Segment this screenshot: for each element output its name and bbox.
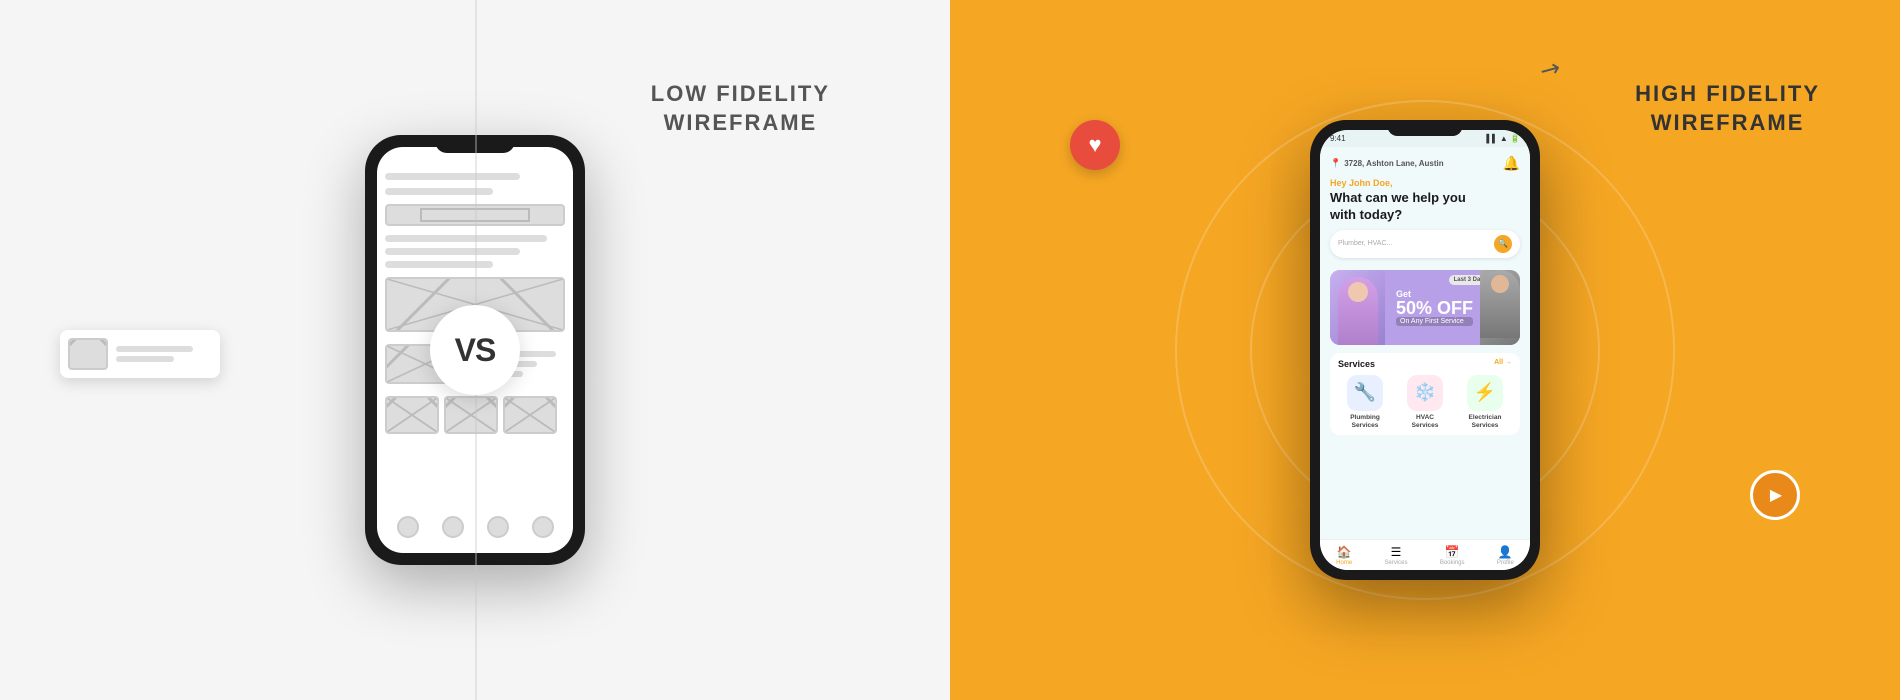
heart-icon: ♥ bbox=[1088, 132, 1101, 158]
electrician-icon-wrap: ⚡ bbox=[1467, 375, 1503, 411]
vs-divider: VS bbox=[430, 305, 520, 395]
bookings-icon: 📅 bbox=[1445, 545, 1460, 559]
promo-section: Get 50% OFF On Any First Service Last 3 … bbox=[1330, 266, 1520, 345]
status-time: 9:41 bbox=[1330, 134, 1346, 143]
promo-text-area: Get 50% OFF On Any First Service bbox=[1396, 289, 1473, 326]
service-item-hvac[interactable]: ❄️ HVACServices bbox=[1398, 375, 1452, 430]
services-grid: 🔧 PlumbingServices ❄️ HVACServices bbox=[1338, 375, 1512, 430]
low-fidelity-label: LOW FIDELITY WIREFRAME bbox=[651, 80, 830, 137]
services-section: Services All → 🔧 PlumbingServices bbox=[1330, 353, 1520, 436]
hvac-icon-wrap: ❄️ bbox=[1407, 375, 1443, 411]
plumbing-label: PlumbingServices bbox=[1350, 414, 1380, 430]
nav-item-bookings[interactable]: 📅 Bookings bbox=[1440, 545, 1465, 566]
search-bar[interactable]: Plumber, HVAC... 🔍 bbox=[1330, 230, 1520, 258]
nav-item-profile[interactable]: 👤 Profile bbox=[1497, 545, 1514, 566]
wf-circle bbox=[487, 516, 509, 538]
service-item-electrician[interactable]: ⚡ ElectricianServices bbox=[1458, 375, 1512, 430]
hifi-phone-notch bbox=[1388, 120, 1463, 136]
location-row: 📍 3728, Ashton Lane, Austin 🔔 bbox=[1330, 155, 1520, 172]
wireframe-floating-card bbox=[60, 330, 220, 378]
wf-image-placeholder bbox=[68, 338, 108, 370]
services-all-link[interactable]: All → bbox=[1494, 359, 1512, 369]
curved-arrow: ↗ bbox=[1534, 52, 1566, 87]
hvac-label: HVACServices bbox=[1412, 414, 1439, 430]
promo-person-right bbox=[1480, 270, 1520, 345]
hifi-screen: 9:41 ▌▌ ▲ 🔋 📍 3728, Ashton Lane, Austin … bbox=[1320, 130, 1530, 570]
greeting: Hey John Doe, bbox=[1330, 178, 1520, 188]
app-content: 📍 3728, Ashton Lane, Austin 🔔 Hey John D… bbox=[1320, 147, 1530, 539]
wf-bar bbox=[385, 235, 547, 242]
nav-item-services[interactable]: ☰ Services bbox=[1384, 545, 1407, 566]
left-panel: LOW FIDELITY WIREFRAME bbox=[0, 0, 950, 700]
promo-banner: Get 50% OFF On Any First Service Last 3 … bbox=[1330, 270, 1520, 345]
electrician-label: ElectricianServices bbox=[1469, 414, 1502, 430]
wf-circle bbox=[397, 516, 419, 538]
high-fidelity-label: HIGH FIDELITY WIREFRAME bbox=[1635, 80, 1820, 137]
services-title: Services bbox=[1338, 359, 1375, 369]
wf-bar bbox=[116, 356, 174, 362]
nav-services-label: Services bbox=[1384, 560, 1407, 566]
vs-text: VS bbox=[455, 332, 496, 369]
plumbing-icon-wrap: 🔧 bbox=[1347, 375, 1383, 411]
wf-image-placeholder bbox=[444, 396, 498, 434]
wf-circle bbox=[532, 516, 554, 538]
home-icon: 🏠 bbox=[1337, 545, 1352, 559]
status-icons: ▌▌ ▲ 🔋 bbox=[1486, 134, 1520, 143]
promo-discount: 50% OFF bbox=[1396, 299, 1473, 317]
wf-circle bbox=[442, 516, 464, 538]
nav-home-label: Home bbox=[1336, 560, 1352, 566]
wf-bar bbox=[385, 173, 520, 180]
profile-icon: 👤 bbox=[1498, 545, 1513, 559]
right-panel: HIGH FIDELITY WIREFRAME ♥ ↗ ▶ 9:41 ▌▌ ▲ … bbox=[950, 0, 1900, 700]
hvac-icon: ❄️ bbox=[1414, 382, 1436, 403]
services-icon: ☰ bbox=[1391, 545, 1402, 559]
heart-badge: ♥ bbox=[1070, 120, 1120, 170]
electrician-icon: ⚡ bbox=[1474, 382, 1496, 403]
location-text: 3728, Ashton Lane, Austin bbox=[1344, 159, 1443, 168]
plumbing-icon: 🔧 bbox=[1354, 382, 1376, 403]
bottom-nav: 🏠 Home ☰ Services 📅 Bookings 👤 Profile bbox=[1320, 539, 1530, 570]
play-badge: ▶ bbox=[1750, 470, 1800, 520]
promo-subtext: On Any First Service bbox=[1396, 317, 1473, 326]
play-icon: ▶ bbox=[1770, 485, 1782, 505]
location-pin-icon: 📍 bbox=[1330, 158, 1341, 169]
promo-person-left bbox=[1330, 270, 1385, 345]
wf-bar bbox=[385, 248, 520, 255]
search-button[interactable]: 🔍 bbox=[1494, 235, 1512, 253]
wf-image-placeholder bbox=[385, 396, 439, 434]
notification-icon: 🔔 bbox=[1503, 155, 1520, 172]
search-placeholder: Plumber, HVAC... bbox=[1338, 240, 1392, 247]
nav-item-home[interactable]: 🏠 Home bbox=[1336, 545, 1352, 566]
service-item-plumbing[interactable]: 🔧 PlumbingServices bbox=[1338, 375, 1392, 430]
hero-heading: What can we help you with today? bbox=[1330, 190, 1520, 224]
wf-image-placeholder bbox=[503, 396, 557, 434]
search-icon: 🔍 bbox=[1498, 239, 1508, 248]
nav-bookings-label: Bookings bbox=[1440, 560, 1465, 566]
wf-bar bbox=[116, 346, 193, 352]
hifi-phone: 9:41 ▌▌ ▲ 🔋 📍 3728, Ashton Lane, Austin … bbox=[1310, 120, 1540, 580]
services-header: Services All → bbox=[1338, 359, 1512, 369]
nav-profile-label: Profile bbox=[1497, 560, 1514, 566]
